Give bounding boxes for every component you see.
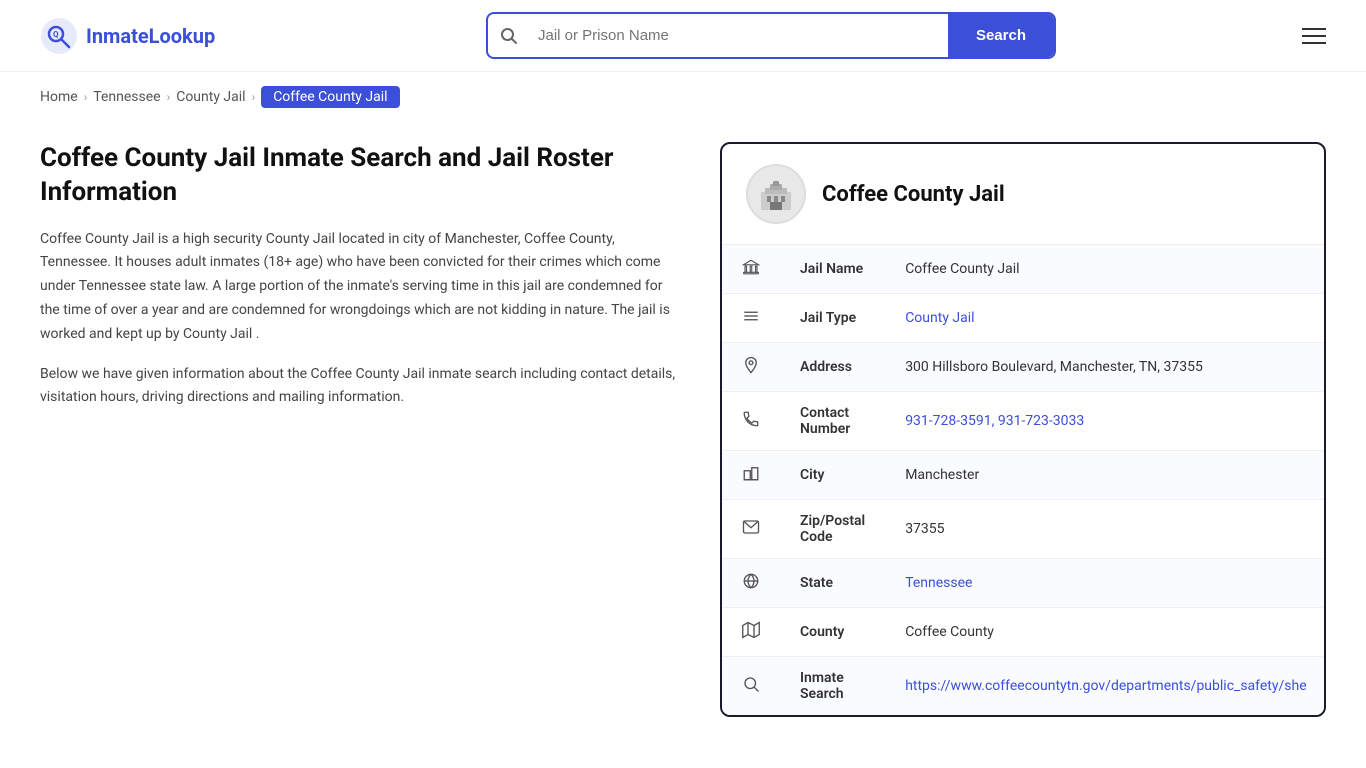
row-value: Manchester (885, 451, 1326, 500)
svg-text:Q: Q (53, 30, 59, 39)
search-area: Search (260, 12, 1282, 59)
table-row: Inmate Search https://www.coffeecountytn.… (722, 657, 1326, 716)
page-description-1: Coffee County Jail is a high security Co… (40, 228, 680, 347)
search-form: Search (486, 12, 1056, 59)
row-label: Inmate Search (780, 657, 885, 716)
page-description-2: Below we have given information about th… (40, 363, 680, 411)
menu-button[interactable] (1302, 28, 1326, 44)
search-button[interactable]: Search (948, 14, 1054, 57)
header: Q InmateLookup Search (0, 0, 1366, 72)
row-label: County (780, 608, 885, 657)
logo-link[interactable]: Q InmateLookup (40, 17, 240, 55)
row-icon (722, 343, 780, 392)
breadcrumb-county-jail[interactable]: County Jail (176, 89, 245, 105)
row-label: Zip/Postal Code (780, 500, 885, 559)
table-row: Address300 Hillsboro Boulevard, Manchest… (722, 343, 1326, 392)
row-value[interactable]: 931-728-3591, 931-723-3033 (885, 392, 1326, 451)
breadcrumb: Home › Tennessee › County Jail › Coffee … (0, 72, 1366, 122)
row-icon (722, 294, 780, 343)
table-row: Contact Number 931-728-3591, 931-723-3033 (722, 392, 1326, 451)
row-value: 37355 (885, 500, 1326, 559)
row-icon (722, 657, 780, 716)
row-link[interactable]: 931-728-3591, 931-723-3033 (905, 413, 1084, 429)
info-table: Jail NameCoffee County JailJail Type Coun… (722, 245, 1326, 715)
row-label: State (780, 559, 885, 608)
breadcrumb-tennessee[interactable]: Tennessee (93, 89, 160, 105)
row-value[interactable]: County Jail (885, 294, 1326, 343)
row-icon (722, 559, 780, 608)
logo-text: InmateLookup (86, 24, 215, 48)
left-column: Coffee County Jail Inmate Search and Jai… (40, 142, 680, 426)
breadcrumb-active: Coffee County Jail (261, 86, 399, 108)
row-icon (722, 392, 780, 451)
info-card: Coffee County Jail Jail NameCoffee Count… (720, 142, 1326, 717)
logo-icon: Q (40, 17, 78, 55)
row-icon (722, 500, 780, 559)
breadcrumb-separator-1: › (84, 90, 88, 104)
table-row: CityManchester (722, 451, 1326, 500)
row-value[interactable]: Tennessee (885, 559, 1326, 608)
row-label: Jail Type (780, 294, 885, 343)
row-label: Contact Number (780, 392, 885, 451)
table-row: Jail Type County Jail (722, 294, 1326, 343)
breadcrumb-separator-3: › (252, 90, 256, 104)
row-link[interactable]: County Jail (905, 310, 974, 326)
row-icon (722, 451, 780, 500)
search-icon (488, 27, 530, 45)
row-label: City (780, 451, 885, 500)
card-title: Coffee County Jail (822, 182, 1005, 207)
row-link[interactable]: https://www.coffeecountytn.gov/departmen… (905, 678, 1306, 694)
building-icon (756, 174, 796, 214)
jail-avatar (746, 164, 806, 224)
breadcrumb-separator-2: › (167, 90, 171, 104)
row-icon (722, 608, 780, 657)
row-value: Coffee County (885, 608, 1326, 657)
right-column: Coffee County Jail Jail NameCoffee Count… (720, 142, 1326, 717)
search-input[interactable] (530, 16, 948, 55)
table-row: State Tennessee (722, 559, 1326, 608)
breadcrumb-home[interactable]: Home (40, 89, 78, 105)
table-row: Jail NameCoffee County Jail (722, 245, 1326, 294)
row-value[interactable]: https://www.coffeecountytn.gov/departmen… (885, 657, 1326, 716)
row-label: Jail Name (780, 245, 885, 294)
table-row: Zip/Postal Code37355 (722, 500, 1326, 559)
card-header: Coffee County Jail (722, 144, 1324, 245)
main-content: Coffee County Jail Inmate Search and Jai… (0, 122, 1366, 737)
row-link[interactable]: Tennessee (905, 575, 972, 591)
row-value: Coffee County Jail (885, 245, 1326, 294)
row-icon (722, 245, 780, 294)
row-label: Address (780, 343, 885, 392)
page-title: Coffee County Jail Inmate Search and Jai… (40, 142, 680, 210)
table-row: CountyCoffee County (722, 608, 1326, 657)
row-value: 300 Hillsboro Boulevard, Manchester, TN,… (885, 343, 1326, 392)
